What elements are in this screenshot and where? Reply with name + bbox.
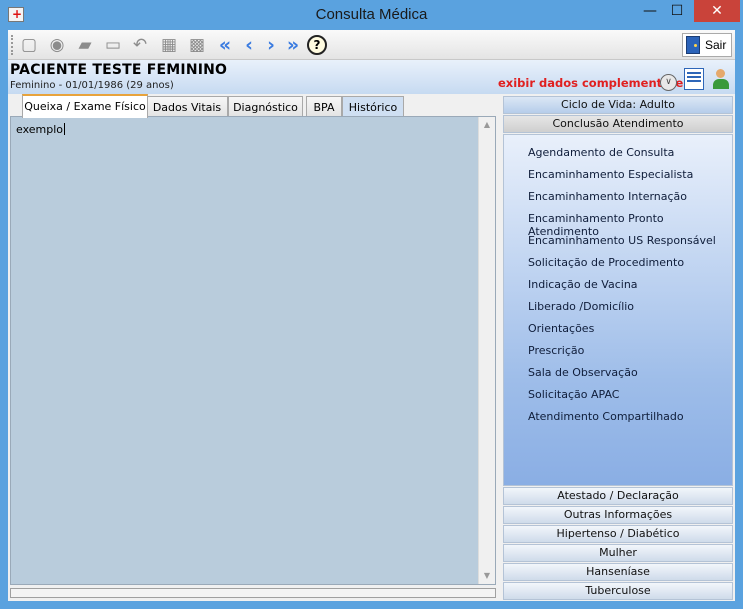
- save-icon[interactable]: ▦: [158, 34, 180, 56]
- first-record-icon[interactable]: «: [214, 34, 236, 56]
- expand-circle-icon[interactable]: ∨: [660, 74, 677, 91]
- conclusion-item[interactable]: Liberado /Domicílio: [528, 300, 634, 313]
- complaint-text: exemplo: [16, 123, 63, 136]
- door-icon: [686, 36, 700, 54]
- tab-queixa-exame-fisico[interactable]: Queixa / Exame Físico: [22, 94, 148, 118]
- previous-record-icon[interactable]: ‹: [238, 34, 260, 56]
- tab-dados-vitais[interactable]: Dados Vitais: [146, 96, 228, 117]
- next-record-icon[interactable]: ›: [260, 34, 282, 56]
- section-atestado-declaracao[interactable]: Atestado / Declaração: [503, 487, 733, 505]
- status-strip: [10, 588, 496, 598]
- conclusion-item[interactable]: Agendamento de Consulta: [528, 146, 674, 159]
- last-record-icon[interactable]: »: [282, 34, 304, 56]
- tab-historico[interactable]: Histórico: [342, 96, 404, 117]
- section-hipertenso-diabetico[interactable]: Hipertenso / Diabético: [503, 525, 733, 543]
- help-icon[interactable]: ?: [306, 34, 328, 56]
- toolbar: ▢ ◉ ▰ ▭ ↶ ▦ ▩ « ‹ › » ? Sair: [8, 30, 735, 60]
- close-button[interactable]: ✕: [694, 0, 740, 22]
- conclusion-header[interactable]: Conclusão Atendimento: [503, 115, 733, 133]
- exit-button[interactable]: Sair: [682, 33, 732, 57]
- patient-info: Feminino - 01/01/1986 (29 anos): [10, 80, 174, 91]
- conclusion-item[interactable]: Indicação de Vacina: [528, 278, 638, 291]
- conclusion-item[interactable]: Encaminhamento Especialista: [528, 168, 693, 181]
- scroll-down-icon[interactable]: ▼: [479, 568, 495, 584]
- new-icon[interactable]: ▢: [18, 34, 40, 56]
- tab-label: Queixa / Exame Físico: [24, 100, 146, 113]
- patient-name: PACIENTE TESTE FEMININO: [10, 62, 228, 78]
- conclusion-item[interactable]: Encaminhamento Internação: [528, 190, 687, 203]
- patient-header: PACIENTE TESTE FEMININO Feminino - 01/01…: [8, 60, 735, 94]
- user-card-icon[interactable]: [711, 68, 731, 90]
- binoculars-icon[interactable]: ◉: [46, 34, 68, 56]
- conclusion-item[interactable]: Orientações: [528, 322, 594, 335]
- sidebar: Ciclo de Vida: Adulto Conclusão Atendime…: [503, 96, 733, 600]
- conclusion-item[interactable]: Sala de Observação: [528, 366, 638, 379]
- conclusion-panel: Agendamento de Consulta Encaminhamento E…: [503, 134, 733, 486]
- tab-label: Histórico: [348, 101, 398, 114]
- conclusion-item[interactable]: Solicitação APAC: [528, 388, 619, 401]
- vertical-scrollbar[interactable]: ▲ ▼: [478, 117, 495, 584]
- document-shield-icon[interactable]: [684, 68, 704, 90]
- exit-label: Sair: [705, 38, 727, 52]
- toolbar-grip[interactable]: [11, 35, 14, 55]
- window-title: Consulta Médica: [315, 6, 428, 23]
- tab-label: Diagnóstico: [233, 101, 298, 114]
- title-bar[interactable]: Consulta Médica — ☐ ✕: [0, 0, 743, 30]
- conclusion-item[interactable]: Prescrição: [528, 344, 584, 357]
- client-area: ▢ ◉ ▰ ▭ ↶ ▦ ▩ « ‹ › » ? Sair PACIENTE TE…: [8, 30, 735, 601]
- scroll-up-icon[interactable]: ▲: [479, 117, 495, 133]
- minimize-button[interactable]: —: [637, 0, 663, 22]
- maximize-button[interactable]: ☐: [664, 0, 690, 22]
- print-icon[interactable]: ▩: [186, 34, 208, 56]
- conclusion-item[interactable]: Solicitação de Procedimento: [528, 256, 684, 269]
- tab-label: Dados Vitais: [152, 101, 222, 114]
- complaint-text-area[interactable]: exemplo ▲ ▼: [10, 116, 496, 585]
- tab-label: BPA: [313, 101, 335, 114]
- section-hanseniase[interactable]: Hanseníase: [503, 563, 733, 581]
- tab-diagnostico[interactable]: Diagnóstico: [228, 96, 303, 117]
- section-mulher[interactable]: Mulher: [503, 544, 733, 562]
- section-outras-informacoes[interactable]: Outras Informações: [503, 506, 733, 524]
- life-cycle-header: Ciclo de Vida: Adulto: [503, 96, 733, 114]
- help-glyph: ?: [307, 35, 327, 55]
- section-tuberculose[interactable]: Tuberculose: [503, 582, 733, 600]
- tab-bpa[interactable]: BPA: [306, 96, 342, 117]
- conclusion-item[interactable]: Encaminhamento US Responsável: [528, 234, 716, 247]
- eraser-icon[interactable]: ▰: [74, 34, 96, 56]
- trash-icon[interactable]: ▭: [102, 34, 124, 56]
- conclusion-item[interactable]: Atendimento Compartilhado: [528, 410, 684, 423]
- undo-icon[interactable]: ↶: [129, 34, 151, 56]
- application-window: Consulta Médica — ☐ ✕ ▢ ◉ ▰ ▭ ↶ ▦ ▩ « ‹ …: [0, 0, 743, 609]
